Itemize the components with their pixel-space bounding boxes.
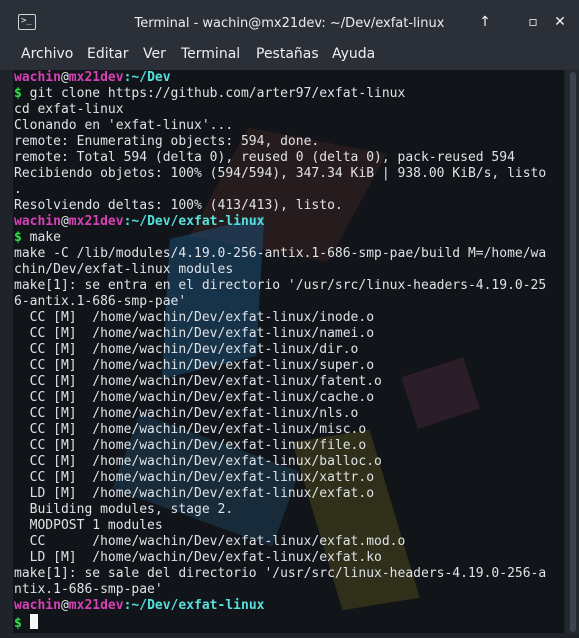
terminal-line: MODPOST 1 modules [14,518,163,533]
terminal-line: CC [M] /home/wachin/Dev/exfat-linux/ball… [14,454,382,469]
prompt-at: @ [60,214,69,229]
menu-pestanas[interactable]: Pestañas [256,46,319,62]
prompt-user: wachin [14,214,61,229]
terminal-line: Clonando en 'exfat-linux'... [14,118,234,133]
terminal-line: CC [M] /home/wachin/Dev/exfat-linux/dir.… [14,342,359,357]
terminal-line: LD [M] /home/wachin/Dev/exfat-linux/exfa… [14,550,382,565]
terminal-line: CC [M] /home/wachin/Dev/exfat-linux/misc… [14,422,367,437]
menu-archivo[interactable]: Archivo [21,46,73,62]
prompt-info-line: wachin@mx21dev:~/Dev/exfat-linux [14,598,564,614]
terminal-line: CC [M] /home/wachin/Dev/exfat-linux/fate… [14,374,382,389]
prompt-path: :~/Dev/exfat-linux [123,598,265,613]
terminal-text: wachin@mx21dev:~/Dev $ git clone https://… [14,70,564,631]
prompt-symbol: $ [14,86,22,101]
prompt-host: mx21dev [68,214,124,229]
terminal-line: make[1]: se sale del directorio '/usr/sr… [14,566,547,581]
terminal-line: make[1]: se entra en el directorio '/usr… [14,278,547,293]
terminal-line: ntix.1-686-smp-pae' [14,582,163,597]
menu-ayuda[interactable]: Ayuda [332,46,375,62]
keep-above-button[interactable]: ↑ [475,12,495,32]
title-bar[interactable]: >_ Terminal - wachin@mx21dev: ~/Dev/exfa… [0,0,579,40]
terminal-line: CC [M] /home/wachin/Dev/exfat-linux/supe… [14,358,375,373]
minimize-button[interactable]: ▫ [523,12,543,32]
command-text: make [21,230,61,245]
terminal-line: CC [M] /home/wachin/Dev/exfat-linux/name… [14,326,375,341]
terminal-line: remote: Total 594 (delta 0), reused 0 (d… [14,150,515,165]
prompt-host: mx21dev [68,70,124,85]
terminal-line: Building modules, stage 2. [14,502,234,517]
terminal-line: chin/Dev/exfat-linux modules [14,262,234,277]
command-text [22,616,30,631]
terminal-window: >_ Terminal - wachin@mx21dev: ~/Dev/exfa… [0,0,579,638]
terminal-line: 6-antix.1-686-smp-pae' [14,294,187,309]
command-line: $ [14,614,564,631]
command-line: $ git clone https://github.com/arter97/e… [14,86,564,102]
terminal-line: make -C /lib/modules/4.19.0-256-antix.1-… [14,246,547,261]
terminal-line: LD [M] /home/wachin/Dev/exfat-linux/exfa… [14,486,375,501]
prompt-user: wachin [14,598,61,613]
terminal-line: cd exfat-linux [14,102,124,117]
text-cursor [29,614,38,629]
terminal-line: CC [M] /home/wachin/Dev/exfat-linux/inod… [14,310,375,325]
terminal-line: CC [M] /home/wachin/Dev/exfat-linux/xatt… [14,470,375,485]
scrollbar-thumb[interactable] [570,72,576,632]
prompt-at: @ [60,598,69,613]
prompt-symbol: $ [14,616,22,631]
prompt-host: mx21dev [68,598,124,613]
terminal-line: CC /home/wachin/Dev/exfat-linux/exfat.mo… [14,534,406,549]
terminal-line: CC [M] /home/wachin/Dev/exfat-linux/file… [14,438,367,453]
terminal-line: Resolviendo deltas: 100% (413/413), list… [14,198,343,213]
prompt-at: @ [60,70,69,85]
terminal-line: remote: Enumerating objects: 594, done. [14,134,320,149]
terminal-line: CC [M] /home/wachin/Dev/exfat-linux/cach… [14,390,375,405]
terminal-line: Recibiendo objetos: 100% (594/594), 347.… [14,166,547,181]
menu-editar[interactable]: Editar [87,46,128,62]
menu-terminal[interactable]: Terminal [181,46,240,62]
close-button[interactable]: ✕ [550,12,570,32]
terminal-line: CC [M] /home/wachin/Dev/exfat-linux/nls.… [14,406,359,421]
menu-bar: Archivo Editar Ver Terminal Pestañas Ayu… [0,40,579,70]
prompt-info-line: wachin@mx21dev:~/Dev/exfat-linux [14,214,564,230]
terminal-output-area[interactable]: wachin@mx21dev:~/Dev $ git clone https://… [13,70,564,633]
prompt-symbol: $ [14,230,22,245]
prompt-user: wachin [14,70,61,85]
prompt-info-line: wachin@mx21dev:~/Dev [14,70,564,86]
command-text: git clone https://github.com/arter97/exf… [21,86,406,101]
prompt-path: :~/Dev [123,70,171,85]
prompt-path: :~/Dev/exfat-linux [123,214,265,229]
command-line: $ make [14,230,564,246]
terminal-line: . [14,182,22,197]
menu-ver[interactable]: Ver [143,46,166,62]
